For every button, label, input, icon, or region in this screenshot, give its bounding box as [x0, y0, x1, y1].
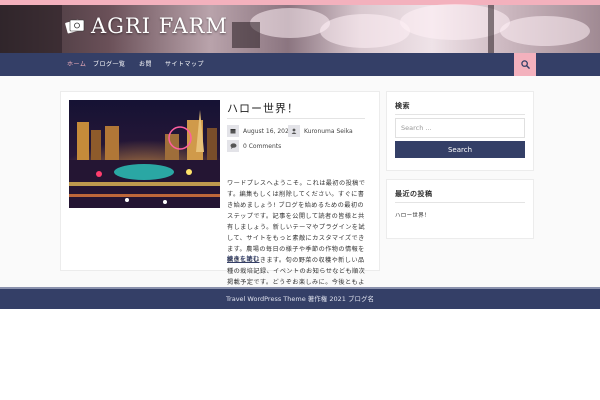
footer-copyright: Travel WordPress Theme 著作権 2021 ブログ名 [226, 295, 374, 303]
top-accent-bar [0, 0, 600, 5]
nav-item-sitemap[interactable]: サイトマップ [165, 53, 204, 76]
main-nav: ホーム ブログ一覧 お問 サイトマップ [0, 53, 600, 76]
site-footer: Travel WordPress Theme 著作権 2021 ブログ名 [0, 287, 600, 309]
site-logo[interactable]: AGRI FARM [64, 14, 228, 38]
title-divider [227, 118, 365, 119]
nav-item-home[interactable]: ホーム [67, 53, 86, 76]
post-comments[interactable]: 0 Comments [243, 143, 281, 150]
content-area: ハロー世界！ August 16, 2021 Kuronuma Seika 0 … [0, 76, 600, 297]
search-widget-title: 検索 [395, 102, 410, 110]
header-banner: AGRI FARM [0, 0, 600, 53]
search-submit-button[interactable]: Search [395, 141, 525, 158]
read-more-link[interactable]: 続きを読む [227, 254, 260, 263]
post-excerpt: ワードプレスへようこそ。これは最初の投稿です。編集もしくは削除してください。すぐ… [227, 180, 366, 297]
calendar-icon [227, 125, 239, 137]
recent-posts-widget: 最近の投稿 ハロー世界！ [386, 179, 534, 239]
post-author[interactable]: Kuronuma Seika [304, 128, 353, 135]
farm-logo-icon [65, 19, 85, 34]
nav-item-blog[interactable]: ブログ一覧 [93, 53, 126, 76]
comment-icon [227, 140, 239, 152]
header-search-button[interactable] [514, 53, 536, 76]
post-featured-image[interactable] [69, 100, 220, 208]
user-icon [288, 125, 300, 137]
post-title[interactable]: ハロー世界！ [227, 100, 299, 116]
recent-post-link[interactable]: ハロー世界！ [395, 211, 430, 219]
widget-divider [395, 202, 525, 203]
site-title[interactable]: AGRI FARM [91, 14, 228, 38]
widget-divider [395, 114, 525, 115]
recent-posts-title: 最近の投稿 [395, 190, 433, 198]
city-night-image [69, 100, 220, 208]
search-input[interactable] [395, 118, 525, 138]
nav-item-contact[interactable]: お問 [139, 53, 152, 76]
search-widget: 検索 Search [386, 91, 534, 171]
post-date[interactable]: August 16, 2021 [243, 128, 293, 135]
post-card: ハロー世界！ August 16, 2021 Kuronuma Seika 0 … [60, 91, 380, 297]
search-icon [520, 60, 530, 69]
